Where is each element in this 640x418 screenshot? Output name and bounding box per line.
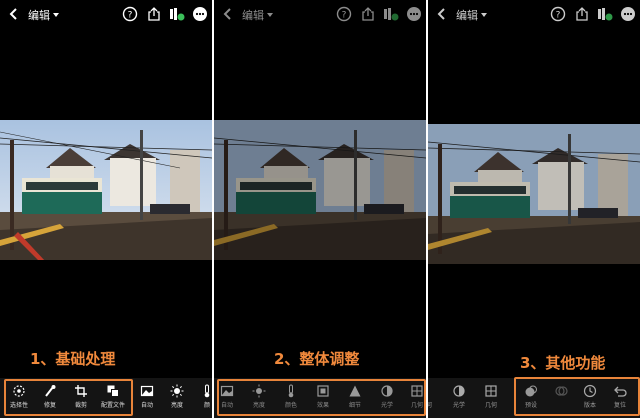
more-icon[interactable] [620,6,636,22]
sun-icon [170,384,184,398]
geometry-icon [428,384,436,398]
share-icon[interactable] [574,6,590,22]
more-icon[interactable] [192,6,208,22]
edit-menu[interactable]: 编辑 [456,7,487,23]
top-bar: 编辑 ? [214,4,426,26]
lens-icon [453,385,465,397]
share-icon[interactable] [360,6,376,22]
caption-overall-adjustment: 2、整体调整 [274,350,360,368]
back-chevron-icon[interactable] [434,6,450,22]
help-icon[interactable]: ? [550,6,566,22]
help-icon[interactable]: ? [336,6,352,22]
caret-down-icon [481,13,487,17]
screen-basic-processing: 编辑 ? 1、基础处理 选择性 修复 裁剪 配置文件 自动 亮度 颜 [0,0,212,418]
more-icon[interactable] [406,6,422,22]
auto-icon [140,385,154,397]
caption-other-functions: 3、其他功能 [520,354,606,372]
help-icon[interactable]: ? [122,6,138,22]
thermometer-icon [204,384,210,398]
svg-text:?: ? [556,11,561,21]
svg-text:?: ? [342,11,347,21]
tool-auto[interactable]: 自动 [130,384,164,409]
top-bar: 编辑 ? [0,4,212,26]
back-chevron-icon[interactable] [220,6,236,22]
edit-title: 编辑 [28,9,50,22]
highlight-adjust-tools [217,379,426,416]
cloud-sync-icon[interactable] [596,6,614,22]
tool-light[interactable]: 亮度 [160,384,194,409]
edit-menu[interactable]: 编辑 [28,7,59,23]
photo-train-crossing [214,120,426,260]
edit-menu[interactable]: 编辑 [242,7,273,23]
cloud-sync-icon[interactable] [382,6,400,22]
tool-optics[interactable]: 光学 [442,384,476,409]
edit-title: 编辑 [242,9,264,22]
highlight-basic-tools [4,379,133,416]
dim-overlay [428,124,640,264]
dim-overlay [214,120,426,260]
highlight-other-tools [514,377,640,416]
tool-color[interactable]: 颜 [190,384,212,409]
back-chevron-icon[interactable] [6,6,22,22]
tool-label: 颜 [203,402,210,409]
screen-overall-adjustment: 编辑 ? 2、整体调整 自动 亮度 颜色 效果 细节 光学 几何 [214,0,426,418]
tool-label: 亮度 [170,402,183,409]
photo-train-crossing [0,120,212,260]
photo-train-crossing [428,124,640,264]
screen-other-functions: 编辑 ? 3、其他功能 何 光学 几何 预设 版本 复位 [428,0,640,418]
caret-down-icon [53,13,59,17]
edit-title: 编辑 [456,9,478,22]
tool-geometry[interactable]: 几何 [474,384,508,409]
tool-label: 光学 [452,402,465,409]
caption-basic-processing: 1、基础处理 [30,350,116,368]
geometry-icon [485,385,497,397]
caret-down-icon [267,13,273,17]
share-icon[interactable] [146,6,162,22]
top-bar: 编辑 ? [428,4,640,26]
tool-label: 自动 [140,402,153,409]
tool-label: 几何 [484,402,497,409]
svg-text:?: ? [128,11,133,21]
cloud-sync-icon[interactable] [168,6,186,22]
